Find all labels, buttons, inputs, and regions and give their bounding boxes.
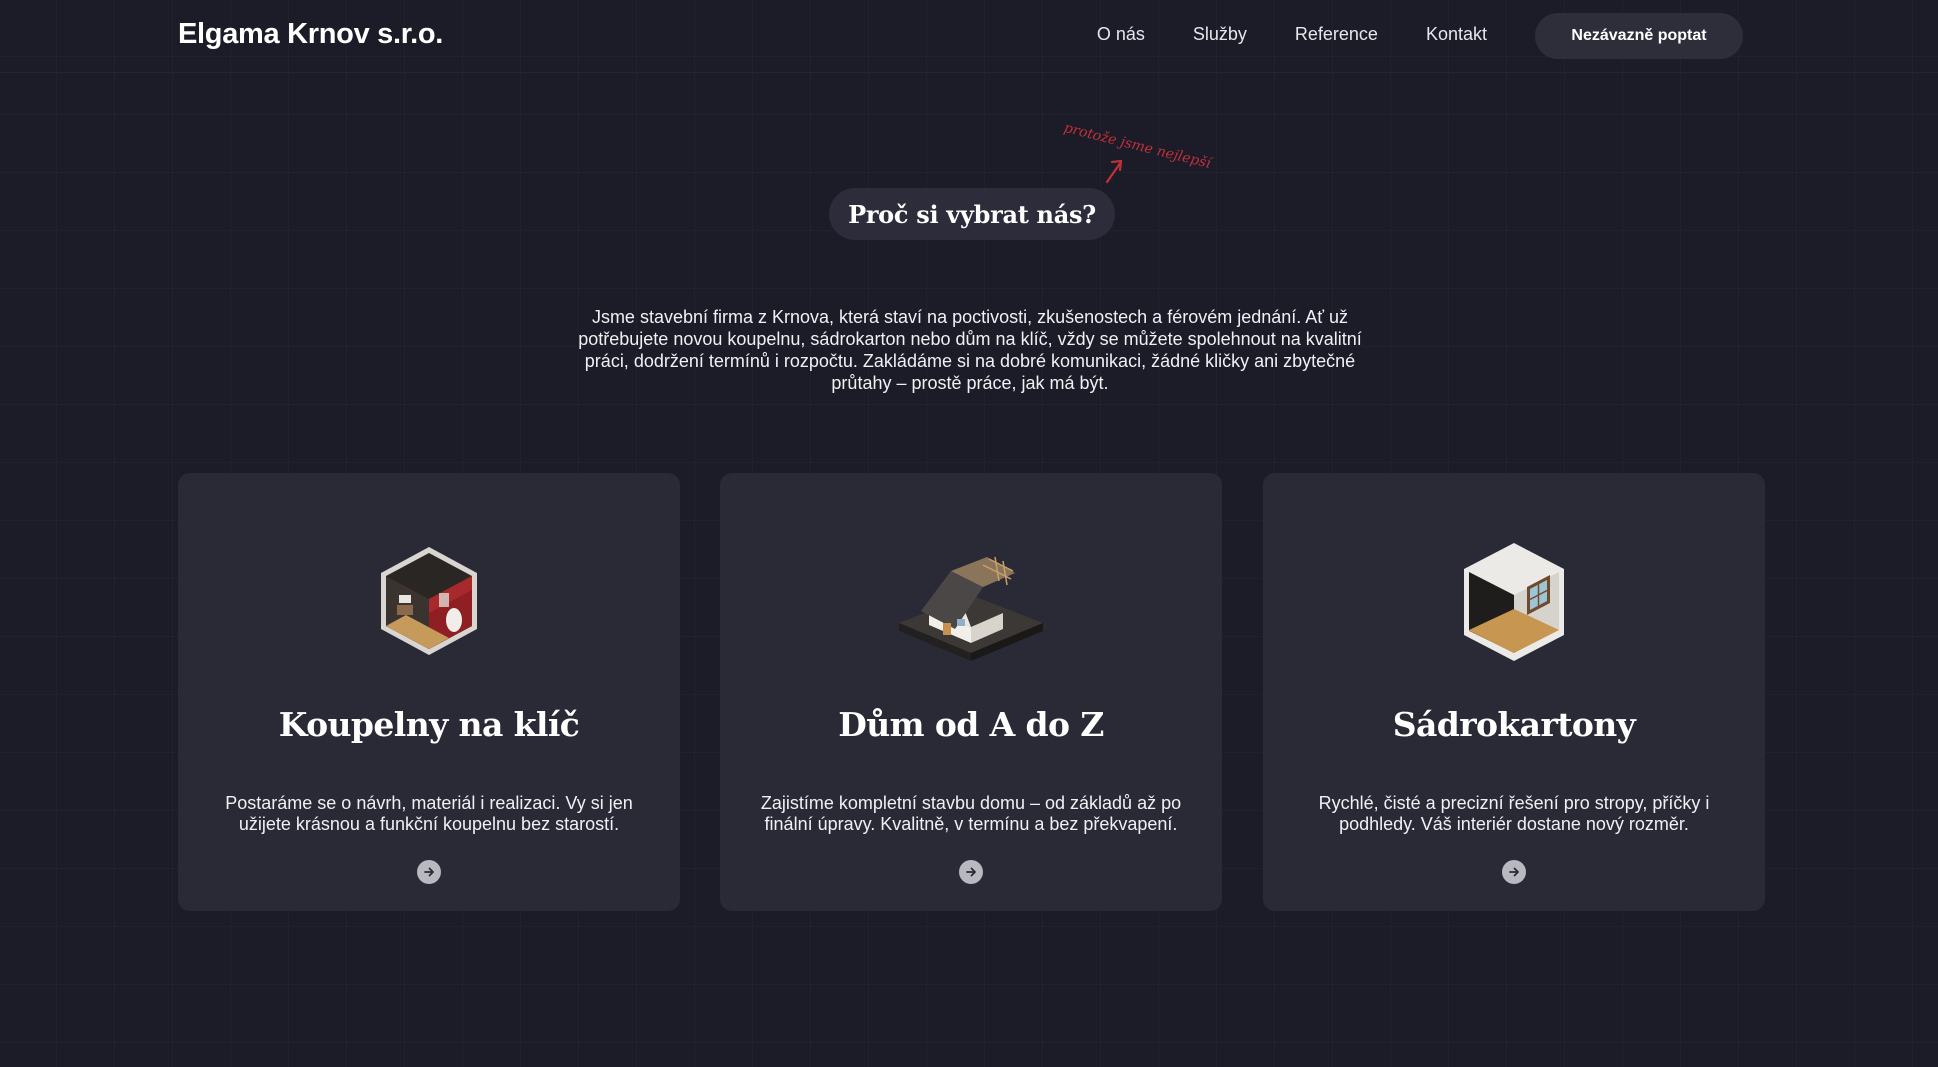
card-title: Sádrokartony bbox=[1392, 705, 1636, 744]
card-description: Postaráme se o návrh, materiál i realiza… bbox=[225, 793, 633, 834]
bathroom-isometric-icon bbox=[178, 535, 680, 665]
card-title: Dům od A do Z bbox=[838, 705, 1104, 744]
nav-link-o-nas[interactable]: O nás bbox=[1097, 24, 1145, 45]
nav-link-sluzby[interactable]: Služby bbox=[1193, 24, 1247, 45]
service-card-drywall[interactable]: Sádrokartony Rychlé, čisté a precizní ře… bbox=[1263, 473, 1765, 911]
house-isometric-icon bbox=[720, 535, 1222, 665]
arrow-right-icon bbox=[1509, 867, 1519, 877]
arrow-right-icon bbox=[966, 867, 976, 877]
card-arrow-button[interactable] bbox=[417, 860, 441, 884]
nav-link-reference[interactable]: Reference bbox=[1295, 24, 1378, 45]
card-arrow-button[interactable] bbox=[1502, 860, 1526, 884]
card-title: Koupelny na klíč bbox=[278, 705, 580, 744]
room-isometric-icon bbox=[1263, 535, 1765, 665]
note-arrow-icon bbox=[1105, 159, 1123, 184]
arrow-right-icon bbox=[424, 867, 434, 877]
intro-paragraph: Jsme stavební firma z Krnova, která stav… bbox=[578, 307, 1362, 393]
request-quote-button[interactable]: Nezávazně poptat bbox=[1535, 13, 1743, 59]
section-title: Proč si vybrat nás? bbox=[829, 188, 1115, 240]
company-logo[interactable]: Elgama Krnov s.r.o. bbox=[178, 18, 443, 51]
main-navigation: O nás Služby Reference Kontakt bbox=[1097, 24, 1487, 45]
handwritten-note: protože jsme nejlepší bbox=[1062, 120, 1213, 173]
service-card-house[interactable]: Dům od A do Z Zajistíme kompletní stavbu… bbox=[720, 473, 1222, 911]
card-description: Rychlé, čisté a precizní řešení pro stro… bbox=[1318, 793, 1710, 834]
service-card-bathrooms[interactable]: Koupelny na klíč Postaráme se o návrh, m… bbox=[178, 473, 680, 911]
nav-link-kontakt[interactable]: Kontakt bbox=[1426, 24, 1487, 45]
site-header: Elgama Krnov s.r.o. O nás Služby Referen… bbox=[0, 0, 1938, 73]
card-description: Zajistíme kompletní stavbu domu – od zák… bbox=[760, 793, 1182, 834]
card-arrow-button[interactable] bbox=[959, 860, 983, 884]
